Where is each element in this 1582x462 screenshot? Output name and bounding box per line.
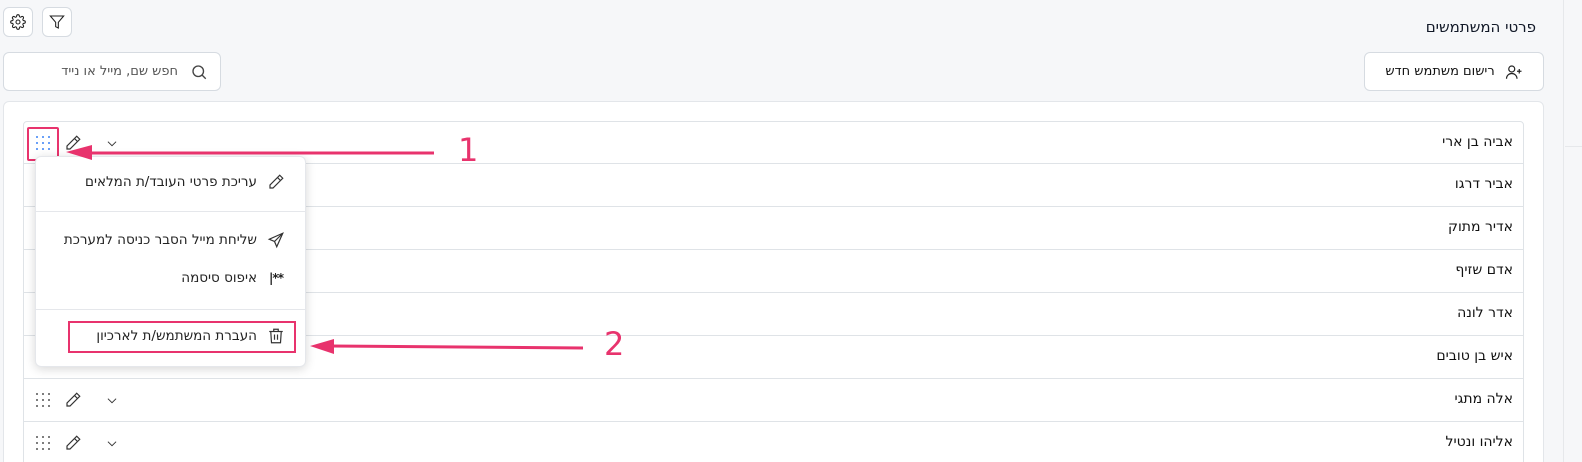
annotation-highlight-archive (68, 321, 296, 353)
menu-item-reset-password[interactable]: **| איפוס סיסמה (181, 270, 285, 286)
search-icon (192, 64, 207, 79)
register-new-user-button[interactable]: רישום משתמש חדש (1364, 52, 1544, 91)
menu-item-label: עריכת פרטי העובד/ת המלאים (84, 174, 257, 190)
settings-button[interactable] (3, 7, 33, 37)
search-box (3, 52, 221, 91)
user-name: אביה בן ארי (1442, 134, 1513, 150)
menu-item-label: שליחת מייל הסבר כניסה למערכת (63, 232, 257, 248)
pencil-icon[interactable] (64, 434, 82, 452)
page: פרטי המשתמשים רישום משתמש חדש אביה בן אר… (0, 0, 1582, 462)
chevron-down-icon[interactable] (104, 436, 120, 450)
user-name: אלה מתגי (1454, 391, 1513, 407)
user-name: אדיר מתוק (1448, 219, 1513, 235)
chevron-down-icon[interactable] (104, 136, 120, 150)
password-icon: **| (269, 271, 284, 285)
register-new-user-label: רישום משתמש חדש (1385, 64, 1495, 79)
menu-item-edit-details[interactable]: עריכת פרטי העובד/ת המלאים (85, 173, 285, 191)
chevron-down-icon[interactable] (104, 393, 120, 407)
pencil-icon (269, 174, 284, 189)
menu-divider (36, 211, 305, 212)
menu-divider (36, 309, 305, 310)
drag-handle-icon[interactable] (35, 135, 51, 151)
menu-item-label: איפוס סיסמה (181, 270, 257, 286)
user-actions-menu: עריכת פרטי העובד/ת המלאים שליחת מייל הסב… (35, 156, 306, 367)
filter-button[interactable] (42, 7, 72, 37)
user-row[interactable]: אלה מתגי (23, 379, 1524, 422)
send-icon (267, 232, 284, 249)
annotation-label-1: 1 (458, 131, 479, 169)
user-name: אליהו ונטיל (1445, 434, 1513, 450)
user-name: אדם שזיף (1455, 262, 1513, 278)
annotation-label-2: 2 (604, 325, 625, 363)
user-row[interactable]: אליהו ונטיל (23, 422, 1524, 462)
page-title: פרטי המשתמשים (1425, 18, 1536, 36)
side-divider (1563, 0, 1564, 462)
pencil-icon[interactable] (64, 134, 82, 152)
filter-icon (49, 15, 65, 29)
user-name: איש בן טובים (1436, 348, 1513, 364)
user-name: אביר דרגו (1454, 176, 1513, 192)
user-name: אדר לונה (1457, 305, 1513, 321)
menu-item-send-login-email[interactable]: שליחת מייל הסבר כניסה למערכת (64, 231, 285, 249)
drag-handle-icon[interactable] (35, 392, 51, 408)
search-input[interactable] (18, 64, 178, 79)
pencil-icon[interactable] (64, 391, 82, 409)
add-user-icon (1505, 64, 1522, 79)
side-divider-tick (1565, 146, 1582, 147)
gear-icon (10, 14, 26, 30)
drag-handle-icon[interactable] (35, 435, 51, 451)
